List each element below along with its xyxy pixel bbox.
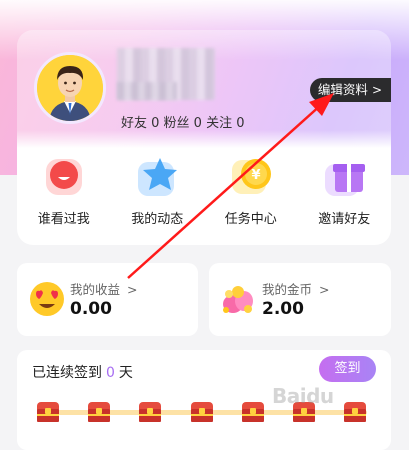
earnings-value: 0.00 — [70, 299, 112, 319]
coins-value: 2.00 — [262, 299, 304, 319]
visitor-icon — [43, 156, 85, 198]
signin-card: 已连续签到 0 天 签到 — [17, 350, 391, 450]
profile-card: 好友 0 粉丝 0 关注 0 编辑资料 > 谁看过我 我的动态 ¥ 任务中心 邀… — [17, 30, 391, 245]
coin-task-icon: ¥ — [230, 156, 272, 198]
star-icon — [136, 156, 178, 198]
coins-card[interactable]: 我的金币 > 2.00 — [209, 263, 391, 336]
chevron-right-icon: > — [127, 282, 138, 297]
chevron-right-icon: > — [371, 83, 382, 97]
avatar[interactable] — [34, 52, 106, 124]
treasure-chest-icon — [344, 402, 366, 422]
earnings-title: 我的收益 > — [70, 279, 137, 298]
heart-eyes-emoji-icon — [30, 282, 64, 316]
treasure-chest-icon — [88, 402, 110, 422]
coins-title-label: 我的金币 — [262, 282, 313, 297]
baidu-watermark: Baidu — [272, 384, 334, 408]
signin-suffix: 天 — [118, 365, 133, 381]
quick-menu: 谁看过我 我的动态 ¥ 任务中心 邀请好友 — [17, 156, 391, 236]
treasure-chest-icon — [242, 402, 264, 422]
follow-stats[interactable]: 好友 0 粉丝 0 关注 0 — [121, 112, 244, 131]
menu-label: 邀请好友 — [318, 212, 371, 227]
coin-pile-icon — [223, 286, 253, 313]
user-id-blurred — [117, 82, 177, 100]
signin-days-count: 0 — [106, 365, 115, 381]
earnings-card[interactable]: 我的收益 > 0.00 — [17, 263, 198, 336]
treasure-chest-icon — [37, 402, 59, 422]
signin-prefix: 已连续签到 — [32, 365, 102, 381]
menu-item-visitors[interactable]: 谁看过我 — [17, 156, 111, 236]
signin-button[interactable]: 签到 — [319, 356, 376, 382]
avatar-portrait-icon — [37, 55, 103, 121]
treasure-chest-icon — [139, 402, 161, 422]
menu-label: 任务中心 — [224, 212, 277, 227]
earnings-title-label: 我的收益 — [70, 282, 121, 297]
svg-text:¥: ¥ — [251, 168, 260, 183]
edit-profile-label: 编辑资料 — [317, 82, 368, 97]
signin-streak-text: 已连续签到 0 天 — [32, 362, 133, 382]
gift-icon — [323, 156, 366, 198]
menu-item-task-center[interactable]: ¥ 任务中心 — [204, 156, 298, 236]
chevron-right-icon: > — [319, 282, 330, 297]
treasure-chest-icon — [191, 402, 213, 422]
menu-label: 谁看过我 — [37, 212, 90, 227]
coins-title: 我的金币 > — [262, 279, 329, 298]
menu-label: 我的动态 — [131, 212, 184, 227]
menu-item-invite-friends[interactable]: 邀请好友 — [298, 156, 392, 236]
menu-item-my-posts[interactable]: 我的动态 — [111, 156, 205, 236]
edit-profile-button[interactable]: 编辑资料 > — [309, 78, 391, 102]
